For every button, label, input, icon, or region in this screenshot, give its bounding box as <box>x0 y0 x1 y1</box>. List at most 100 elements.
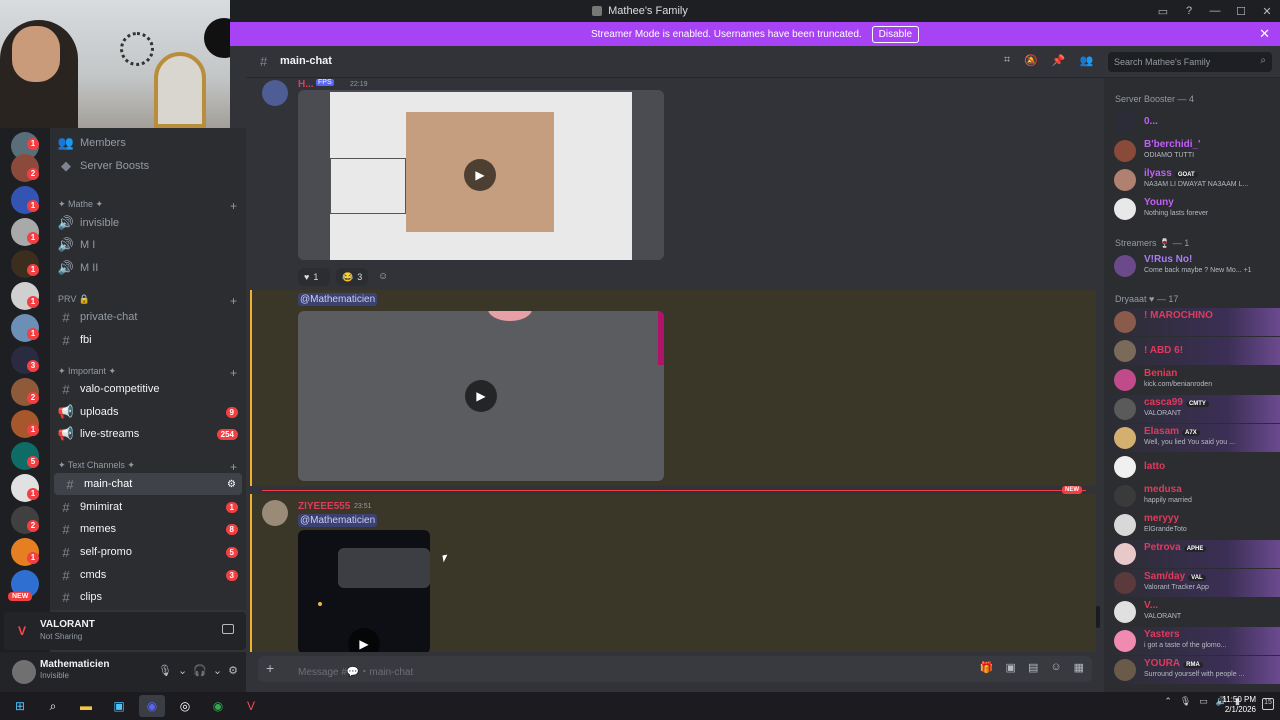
headphones-icon[interactable]: 🎧 <box>193 664 207 677</box>
channel-clips[interactable]: # clips <box>50 586 246 608</box>
voice-channel-m1[interactable]: 🔊 M I <box>50 234 246 256</box>
close-banner-icon[interactable]: ✕ <box>1259 26 1270 42</box>
channel-memes[interactable]: # memes 8 <box>50 518 246 540</box>
chevron-down-icon[interactable]: ⌄ <box>213 664 222 677</box>
channel-fbi[interactable]: ● # fbi <box>50 329 246 351</box>
member-item[interactable]: YOURA RMA Surround yourself with people ..… <box>1104 656 1280 684</box>
search-icon: ⌕ <box>1260 55 1266 66</box>
valorant-taskbar-icon[interactable]: V <box>238 695 264 717</box>
inbox-icon[interactable]: ▭ <box>1150 5 1176 18</box>
chevron-down-icon[interactable]: ⌄ <box>178 664 187 677</box>
sticker-icon[interactable]: ▤ <box>1028 661 1038 674</box>
play-icon[interactable]: ▶ <box>348 628 380 652</box>
add-channel-icon[interactable]: + <box>230 460 237 474</box>
voice-channel-m2[interactable]: 🔊 M II <box>50 257 246 279</box>
video-attachment[interactable]: ▶ <box>298 90 664 260</box>
channel-private-chat[interactable]: # private-chat <box>50 306 246 328</box>
member-item[interactable]: Youny Nothing lasts forever <box>1104 195 1280 223</box>
network-icon[interactable]: ▭ <box>1199 696 1208 707</box>
notification-icon[interactable]: 15 <box>1262 698 1274 710</box>
reaction-laugh[interactable]: 😂 3 <box>336 268 368 286</box>
member-item[interactable]: latto <box>1104 453 1280 481</box>
mic-tray-icon[interactable]: 🎙 <box>1180 696 1191 707</box>
maximize-button[interactable]: ☐ <box>1228 5 1254 18</box>
add-attachment-icon[interactable]: + <box>266 660 274 676</box>
tray-chevron-icon[interactable]: ⌃ <box>1164 696 1172 707</box>
message-composer[interactable]: + Message #💬・main-chat 🎁 ▣ ▤ ☺ ▦ <box>258 656 1092 682</box>
member-item[interactable]: Sam/day VAL Valorant Tracker App <box>1104 569 1280 597</box>
search-input[interactable]: Search Mathee's Family ⌕ <box>1108 52 1272 72</box>
search-icon[interactable]: ⌕ <box>40 695 66 717</box>
channel-label: uploads <box>80 406 119 418</box>
disable-button[interactable]: Disable <box>871 25 920 43</box>
member-item[interactable]: casca99 CMTY VALORANT <box>1104 395 1280 423</box>
channel-cmds[interactable]: # cmds 3 <box>50 564 246 586</box>
taskbar-clock[interactable]: 11:50 PM 2/1/2026 <box>1222 695 1256 715</box>
add-channel-icon[interactable]: + <box>230 199 237 213</box>
member-item[interactable]: Benian kick.com/benianroden <box>1104 366 1280 394</box>
voice-channel-invisible[interactable]: 🔊 invisible <box>50 212 246 234</box>
chrome-icon[interactable]: ◉ <box>205 695 231 717</box>
pin-icon[interactable]: 📌 <box>1052 54 1066 67</box>
screen-share-icon[interactable] <box>222 624 234 634</box>
close-button[interactable]: ✕ <box>1254 5 1280 18</box>
message-author[interactable]: H... <box>298 79 314 90</box>
user-mention[interactable]: @Mathematicien <box>298 293 378 306</box>
video-attachment[interactable]: ▶ <box>298 311 664 481</box>
apps-icon[interactable]: ▦ <box>1074 661 1084 674</box>
add-reaction-icon[interactable]: ☺ <box>378 271 388 282</box>
threads-icon[interactable]: ⌗ <box>1004 54 1010 67</box>
channel-main-chat[interactable]: # main-chat ⚙ <box>54 473 242 495</box>
member-item[interactable]: medusa happily married <box>1104 482 1280 510</box>
windows-start-icon[interactable]: ⊞ <box>7 695 33 717</box>
member-item[interactable]: V!Rus No! Come back maybe ? New Mo... +1 <box>1104 252 1280 280</box>
avatar[interactable] <box>262 80 288 106</box>
member-item[interactable]: ! MAROCHINO <box>1104 308 1280 336</box>
play-icon[interactable]: ▶ <box>464 159 496 191</box>
member-item[interactable]: ! ABD 6! <box>1104 337 1280 365</box>
help-icon[interactable]: ? <box>1176 5 1202 17</box>
settings-icon[interactable]: ⚙ <box>227 479 236 490</box>
avatar[interactable] <box>12 660 36 684</box>
emoji-icon[interactable]: ☺ <box>1050 661 1061 674</box>
file-explorer-icon[interactable]: ▬ <box>73 695 99 717</box>
member-name: V!Rus No! <box>1144 254 1193 265</box>
category-mathe[interactable]: ✦ Mathe ✦ + <box>58 199 237 213</box>
members-link[interactable]: 👥 Members <box>50 132 246 154</box>
channel-uploads[interactable]: 📢 uploads 9 <box>50 401 246 423</box>
member-item[interactable]: meryyy ElGrandeToto <box>1104 511 1280 539</box>
discord-icon[interactable]: ◉ <box>139 695 165 717</box>
avatar[interactable] <box>262 500 288 526</box>
play-icon[interactable]: ▶ <box>465 380 497 412</box>
obs-icon[interactable]: ◎ <box>172 695 198 717</box>
channel-9mimirat[interactable]: #9mimirat 1 <box>50 496 246 518</box>
chat-header: # main-chat ⌗ 🔕 📌 👥 Search Mathee's Fami… <box>246 46 1280 78</box>
gift-icon[interactable]: 🎁 <box>980 661 994 674</box>
video-attachment[interactable]: ▶ <box>298 530 430 652</box>
member-item[interactable]: 0... <box>1104 108 1280 136</box>
microphone-icon[interactable]: 🎙 <box>158 664 172 677</box>
gif-icon[interactable]: ▣ <box>1006 661 1016 674</box>
mute-icon[interactable]: 🔕 <box>1024 54 1038 67</box>
category-important[interactable]: ✦ Important ✦ + <box>58 366 237 380</box>
gear-icon[interactable]: ⚙ <box>228 664 238 677</box>
store-icon[interactable]: ▣ <box>106 695 132 717</box>
channel-self-promo[interactable]: # self-promo 5 <box>50 541 246 563</box>
category-text-channels[interactable]: ✦ Text Channels ✦ + <box>58 460 237 474</box>
minimize-button[interactable]: — <box>1202 5 1228 17</box>
member-item[interactable]: B'berchidi_' ODIAMO TUTTI <box>1104 137 1280 165</box>
message-scrollbar[interactable] <box>1096 606 1100 628</box>
member-item[interactable]: Elasam A7X Well, you lied You said you ... <box>1104 424 1280 452</box>
channel-live-streams[interactable]: 📢 live-streams 254 <box>50 423 246 445</box>
user-mention[interactable]: @Mathematicien <box>298 514 378 527</box>
category-prv[interactable]: PRV 🔒 + <box>58 294 237 308</box>
message-author[interactable]: ZIYEEE555 <box>298 501 350 512</box>
reaction-heart[interactable]: ♥ 1 <box>298 268 330 286</box>
member-item[interactable]: Yasters i got a taste of the glomo... <box>1104 627 1280 655</box>
server-boosts-link[interactable]: ◆ Server Boosts <box>50 155 246 177</box>
member-item[interactable]: ilyass GOAT NA3AM LI DWAYAT NA3AAM L... <box>1104 166 1280 194</box>
member-item[interactable]: Petrova APHE <box>1104 540 1280 568</box>
member-item[interactable]: V... VALORANT <box>1104 598 1280 626</box>
member-list-icon[interactable]: 👥 <box>1080 54 1094 67</box>
channel-valo-competitive[interactable]: # valo-competitive <box>50 378 246 400</box>
